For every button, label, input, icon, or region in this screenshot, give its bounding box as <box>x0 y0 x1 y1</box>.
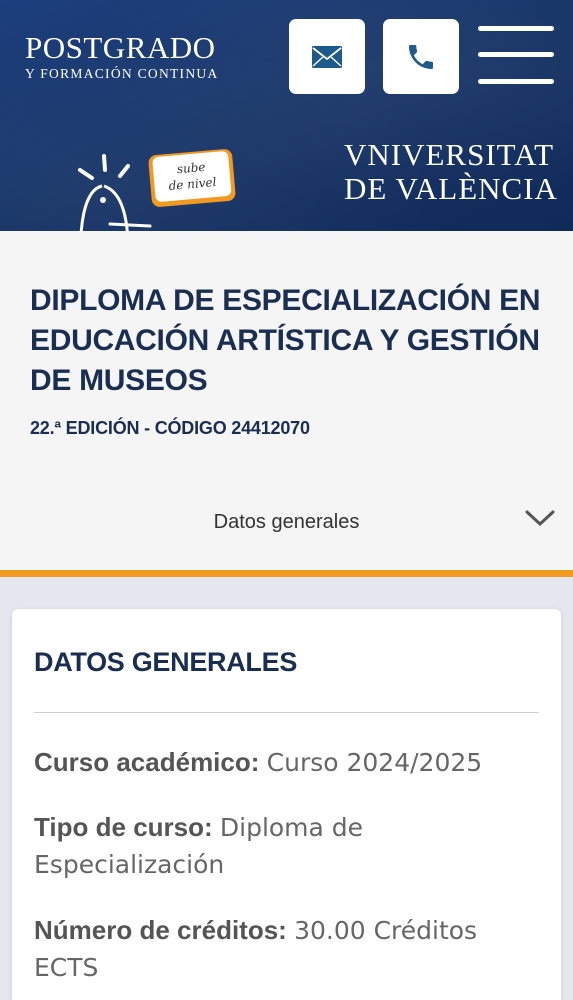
hamburger-line <box>478 52 554 57</box>
course-hero: DIPLOMA DE ESPECIALIZACIÓN EN EDUCACIÓN … <box>0 231 573 570</box>
envelope-icon <box>312 45 342 68</box>
general-data-card: DATOS GENERALES Curso académico: Curso 2… <box>12 609 561 1000</box>
card-heading: DATOS GENERALES <box>34 647 298 677</box>
postgrado-logo[interactable]: POSTGRADO Y FORMACIÓN CONTINUA <box>25 32 219 82</box>
info-row-academic-year: Curso académico: Curso 2024/2025 <box>34 744 539 781</box>
info-label: Número de créditos: <box>34 915 295 945</box>
phone-icon <box>409 44 433 69</box>
logo-sub-text: Y FORMACIÓN CONTINUA <box>25 66 219 81</box>
hamburger-line <box>478 79 554 84</box>
menu-button[interactable] <box>478 24 554 88</box>
info-row-course-type: Tipo de curso: Diploma de Especializació… <box>34 809 539 883</box>
phone-button[interactable] <box>383 19 459 94</box>
hamburger-line <box>478 26 554 31</box>
info-label: Curso académico: <box>34 747 267 777</box>
university-name-line1: VNIVERSITAT <box>344 137 555 172</box>
info-value: Curso 2024/2025 <box>266 748 483 777</box>
info-label: Tipo de curso: <box>34 812 220 842</box>
university-name-line2: DE VALÈNCIA <box>344 171 558 206</box>
university-logo[interactable]: VNIVERSITAT DE VALÈNCIA <box>344 138 558 206</box>
course-title: DIPLOMA DE ESPECIALIZACIÓN EN EDUCACIÓN … <box>30 284 541 397</box>
section-dropdown[interactable]: Datos generales <box>0 501 573 543</box>
edition-code: 22.ª EDICIÓN - CÓDIGO 24412070 <box>30 418 310 438</box>
site-header: POSTGRADO Y FORMACIÓN CONTINUA sube de n… <box>0 0 573 231</box>
chevron-down-icon <box>525 510 555 526</box>
accent-divider <box>0 570 573 577</box>
info-row-credits: Número de créditos: 30.00 Créditos ECTS <box>34 912 539 986</box>
logo-main-text: POSTGRADO <box>25 30 216 65</box>
section-dropdown-label: Datos generales <box>213 511 360 533</box>
email-button[interactable] <box>289 19 365 94</box>
divider <box>34 712 539 713</box>
sube-de-nivel-badge: sube de nivel <box>147 148 237 208</box>
